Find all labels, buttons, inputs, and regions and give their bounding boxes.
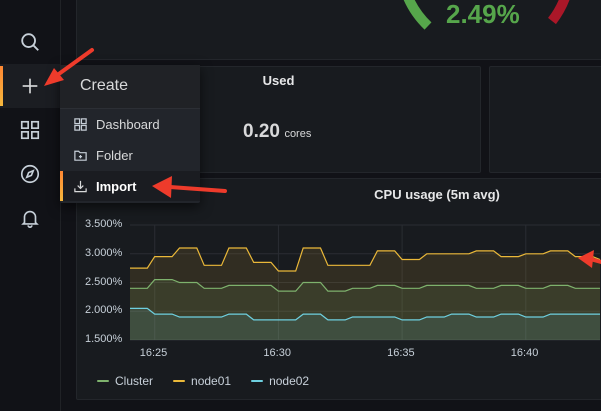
x-tick-label: 16:35 — [387, 347, 415, 359]
menu-item-folder[interactable]: Folder — [60, 140, 200, 170]
create-menu-title: Create — [80, 77, 129, 94]
x-tick-label: 16:25 — [139, 347, 168, 359]
legend-item-node01[interactable]: node01 — [173, 374, 231, 388]
dashboard-grid-icon — [74, 117, 87, 131]
legend-item-cluster[interactable]: Cluster — [97, 374, 153, 388]
create-menu: Create Dashboard Folder Import — [60, 65, 200, 203]
y-tick-label: 2.000% — [85, 304, 123, 317]
legend-label: node01 — [191, 374, 232, 388]
menu-item-label: Dashboard — [96, 116, 160, 132]
x-tick-label: 16:30 — [263, 347, 291, 359]
y-tick-label: 3.000% — [85, 246, 123, 259]
menu-item-label: Folder — [96, 147, 133, 163]
menu-item-dashboard[interactable]: Dashboard — [60, 109, 200, 139]
x-tick-label: 16:40 — [510, 347, 539, 359]
legend-swatch — [251, 380, 264, 382]
import-icon — [74, 180, 87, 192]
y-tick-label: 1.500% — [85, 333, 123, 345]
legend-label: Cluster — [115, 374, 154, 388]
legend-swatch — [173, 380, 186, 382]
chart-legend: Cluster node01 node02 — [97, 374, 309, 388]
menu-item-import[interactable]: Import — [60, 171, 200, 201]
legend-label: node02 — [269, 374, 310, 388]
legend-swatch — [97, 380, 109, 382]
y-tick-label: 2.500% — [85, 275, 123, 288]
create-menu-header[interactable]: Create — [60, 65, 200, 109]
menu-item-label: Import — [96, 178, 137, 194]
y-tick-label: 3.500% — [85, 218, 123, 230]
legend-item-node02[interactable]: node02 — [251, 374, 309, 388]
folder-plus-icon — [74, 150, 87, 161]
